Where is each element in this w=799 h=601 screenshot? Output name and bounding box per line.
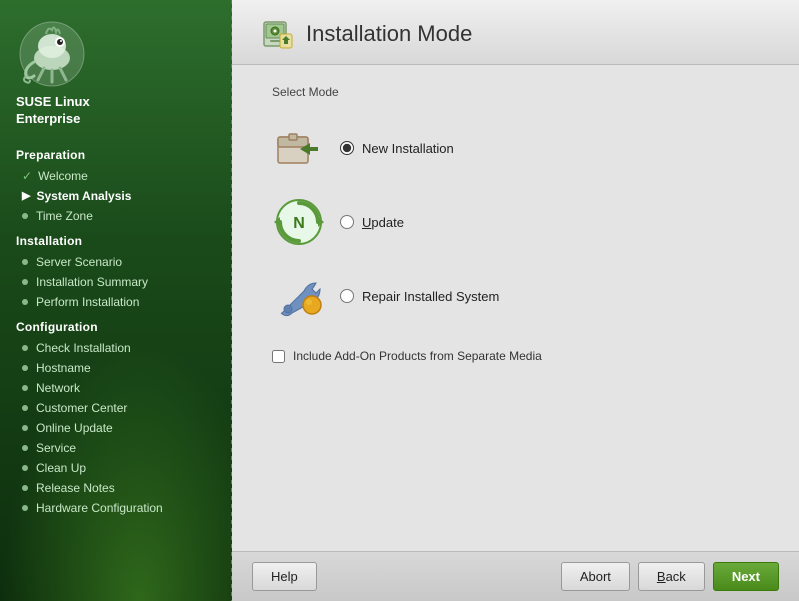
sidebar-item-check-installation[interactable]: Check Installation <box>0 338 232 358</box>
select-mode-label: Select Mode <box>272 85 759 99</box>
footer-right: Abort Back Next <box>561 562 779 591</box>
sidebar-item-installation-summary[interactable]: Installation Summary <box>0 272 232 292</box>
sidebar-item-network[interactable]: Network <box>0 378 232 398</box>
repair-radio[interactable] <box>340 289 354 303</box>
sidebar-item-label: Clean Up <box>36 461 86 475</box>
new-install-icon <box>272 121 326 175</box>
update-icon: N <box>272 195 326 249</box>
bullet-icon <box>22 505 28 511</box>
repair-text: Repair Installed System <box>362 289 499 304</box>
mode-option-update: N Update <box>272 189 759 255</box>
main-area: Installation Mode Select Mode <box>232 0 799 601</box>
sidebar-item-customer-center[interactable]: Customer Center <box>0 398 232 418</box>
update-text: Update <box>362 215 404 230</box>
sidebar-item-label: Hardware Configuration <box>36 501 163 515</box>
section-title-installation: Installation <box>0 226 232 252</box>
main-content: Select Mode New Installation <box>232 65 799 551</box>
sidebar-item-clean-up[interactable]: Clean Up <box>0 458 232 478</box>
sidebar-item-label: Customer Center <box>36 401 127 415</box>
repair-icon <box>272 269 326 323</box>
page-title: Installation Mode <box>306 21 472 47</box>
sidebar-item-service[interactable]: Service <box>0 438 232 458</box>
sidebar-item-label: Check Installation <box>36 341 131 355</box>
arrow-icon: ▶ <box>22 189 30 202</box>
repair-radio-label[interactable]: Repair Installed System <box>340 289 499 304</box>
footer-left: Help <box>252 562 317 591</box>
bullet-icon <box>22 259 28 265</box>
bullet-icon <box>22 385 28 391</box>
sidebar-item-system-analysis[interactable]: ▶ System Analysis <box>0 186 232 206</box>
bullet-icon <box>22 279 28 285</box>
abort-button[interactable]: Abort <box>561 562 630 591</box>
new-install-text: New Installation <box>362 141 454 156</box>
section-title-preparation: Preparation <box>0 140 232 166</box>
bullet-icon <box>22 465 28 471</box>
sidebar-item-label: Online Update <box>36 421 113 435</box>
sidebar-item-online-update[interactable]: Online Update <box>0 418 232 438</box>
bullet-icon <box>22 345 28 351</box>
svg-text:N: N <box>293 215 305 232</box>
back-button[interactable]: Back <box>638 562 705 591</box>
update-radio[interactable] <box>340 215 354 229</box>
main-header: Installation Mode <box>232 0 799 65</box>
addon-label: Include Add-On Products from Separate Me… <box>293 349 542 363</box>
addon-checkbox[interactable] <box>272 350 285 363</box>
sidebar-item-label: Release Notes <box>36 481 115 495</box>
sidebar-item-label: Hostname <box>36 361 91 375</box>
bullet-icon <box>22 425 28 431</box>
sidebar-item-label: Network <box>36 381 80 395</box>
check-icon: ✓ <box>22 169 32 183</box>
sidebar-item-welcome[interactable]: ✓ Welcome <box>0 166 232 186</box>
bullet-icon <box>22 299 28 305</box>
brand-name: SUSE LinuxEnterprise <box>16 94 90 128</box>
next-label: Next <box>732 569 760 584</box>
sidebar-item-label: System Analysis <box>36 189 131 203</box>
sidebar: SUSE LinuxEnterprise Preparation ✓ Welco… <box>0 0 232 601</box>
sidebar-item-label: Perform Installation <box>36 295 139 309</box>
sidebar-item-time-zone[interactable]: Time Zone <box>0 206 232 226</box>
main-footer: Help Abort Back Next <box>232 551 799 601</box>
sidebar-item-label: Server Scenario <box>36 255 122 269</box>
next-button[interactable]: Next <box>713 562 779 591</box>
sidebar-nav: Preparation ✓ Welcome ▶ System Analysis … <box>0 140 232 601</box>
mode-option-new-install: New Installation <box>272 115 759 181</box>
new-install-radio[interactable] <box>340 141 354 155</box>
sidebar-item-release-notes[interactable]: Release Notes <box>0 478 232 498</box>
bullet-icon <box>22 365 28 371</box>
sidebar-item-hostname[interactable]: Hostname <box>0 358 232 378</box>
update-radio-label[interactable]: Update <box>340 215 404 230</box>
sidebar-item-label: Service <box>36 441 76 455</box>
mode-option-repair: Repair Installed System <box>272 263 759 329</box>
bullet-icon <box>22 213 28 219</box>
sidebar-item-label: Installation Summary <box>36 275 148 289</box>
section-title-configuration: Configuration <box>0 312 232 338</box>
bullet-icon <box>22 445 28 451</box>
help-button[interactable]: Help <box>252 562 317 591</box>
chameleon-icon <box>16 18 88 90</box>
sidebar-item-server-scenario[interactable]: Server Scenario <box>0 252 232 272</box>
addon-row: Include Add-On Products from Separate Me… <box>272 349 759 363</box>
new-install-radio-label[interactable]: New Installation <box>340 141 454 156</box>
bullet-icon <box>22 485 28 491</box>
sidebar-item-label: Welcome <box>38 169 88 183</box>
sidebar-item-label: Time Zone <box>36 209 93 223</box>
bullet-icon <box>22 405 28 411</box>
sidebar-item-hardware-configuration[interactable]: Hardware Configuration <box>0 498 232 518</box>
sidebar-logo: SUSE LinuxEnterprise <box>0 0 232 140</box>
sidebar-item-perform-installation[interactable]: Perform Installation <box>0 292 232 312</box>
installation-mode-icon <box>262 18 294 50</box>
mode-options: New Installation N <box>272 115 759 329</box>
